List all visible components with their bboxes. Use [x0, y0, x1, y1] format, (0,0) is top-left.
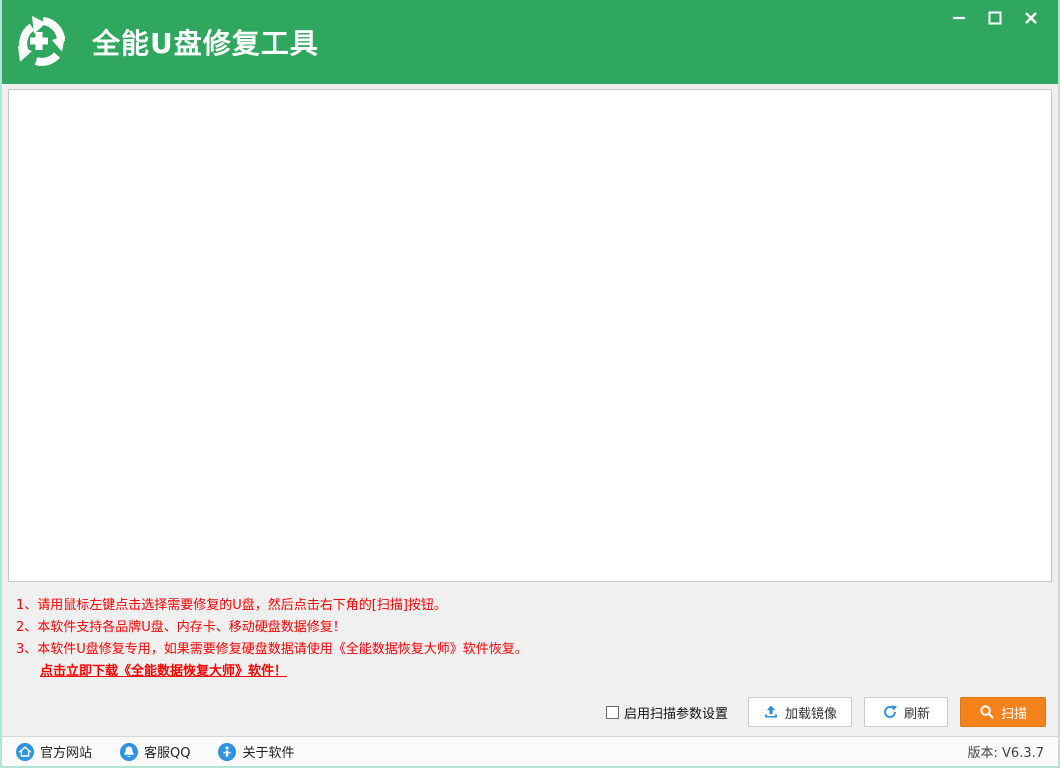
instruction-line-2: 2、本软件支持各品牌U盘、内存卡、移动硬盘数据修复！: [16, 617, 1058, 639]
instructions: 1、请用鼠标左键点击选择需要修复的U盘，然后点击右下角的[扫描]按钮。 2、本软…: [2, 582, 1058, 683]
drive-list-panel[interactable]: [8, 89, 1052, 582]
app-window: 全能U盘修复工具 1、请用鼠标左键点击选择需要修复的U盘，然后点击: [0, 0, 1060, 768]
scan-params-option[interactable]: 启用扫描参数设置: [606, 703, 728, 722]
upload-icon: [763, 704, 779, 720]
home-icon: [16, 743, 34, 761]
close-icon: [1023, 10, 1039, 26]
title-bar: 全能U盘修复工具: [2, 0, 1058, 84]
window-controls: [948, 7, 1042, 29]
official-website-link[interactable]: 官方网站: [16, 742, 92, 761]
version-label: 版本: V6.3.7: [968, 742, 1044, 761]
instruction-line-1: 1、请用鼠标左键点击选择需要修复的U盘，然后点击右下角的[扫描]按钮。: [16, 595, 1058, 617]
refresh-label: 刷新: [904, 703, 930, 722]
minimize-icon: [951, 10, 967, 26]
maximize-icon: [987, 10, 1003, 26]
qq-service-label: 客服QQ: [144, 742, 190, 761]
scan-params-checkbox[interactable]: [606, 706, 619, 719]
main-area: 1、请用鼠标左键点击选择需要修复的U盘，然后点击右下角的[扫描]按钮。 2、本软…: [2, 84, 1058, 736]
refresh-icon: [882, 704, 898, 720]
controls-row: 启用扫描参数设置 加载镜像 刷新: [2, 683, 1058, 727]
load-image-button[interactable]: 加载镜像: [748, 697, 852, 727]
refresh-button[interactable]: 刷新: [864, 697, 948, 727]
qq-service-link[interactable]: 客服QQ: [120, 742, 190, 761]
scan-button[interactable]: 扫描: [960, 697, 1046, 727]
minimize-button[interactable]: [948, 7, 970, 29]
info-icon: [218, 743, 236, 761]
about-software-link[interactable]: 关于软件: [218, 742, 294, 761]
app-title: 全能U盘修复工具: [92, 22, 319, 62]
about-software-label: 关于软件: [242, 742, 294, 761]
app-logo-icon: [10, 10, 74, 74]
search-icon: [979, 704, 995, 720]
close-button[interactable]: [1020, 7, 1042, 29]
official-website-label: 官方网站: [40, 742, 92, 761]
download-link[interactable]: 点击立即下载《全能数据恢复大师》软件！: [40, 661, 287, 683]
maximize-button[interactable]: [984, 7, 1006, 29]
scan-label: 扫描: [1001, 703, 1027, 722]
scan-params-label: 启用扫描参数设置: [624, 703, 728, 722]
status-bar: 官方网站 客服QQ 关于软件 版本: V6.3.7: [2, 736, 1058, 766]
instruction-line-3: 3、本软件U盘修复专用，如果需要修复硬盘数据请使用《全能数据恢复大师》软件恢复。: [16, 639, 1058, 661]
load-image-label: 加载镜像: [785, 703, 837, 722]
qq-icon: [120, 743, 138, 761]
